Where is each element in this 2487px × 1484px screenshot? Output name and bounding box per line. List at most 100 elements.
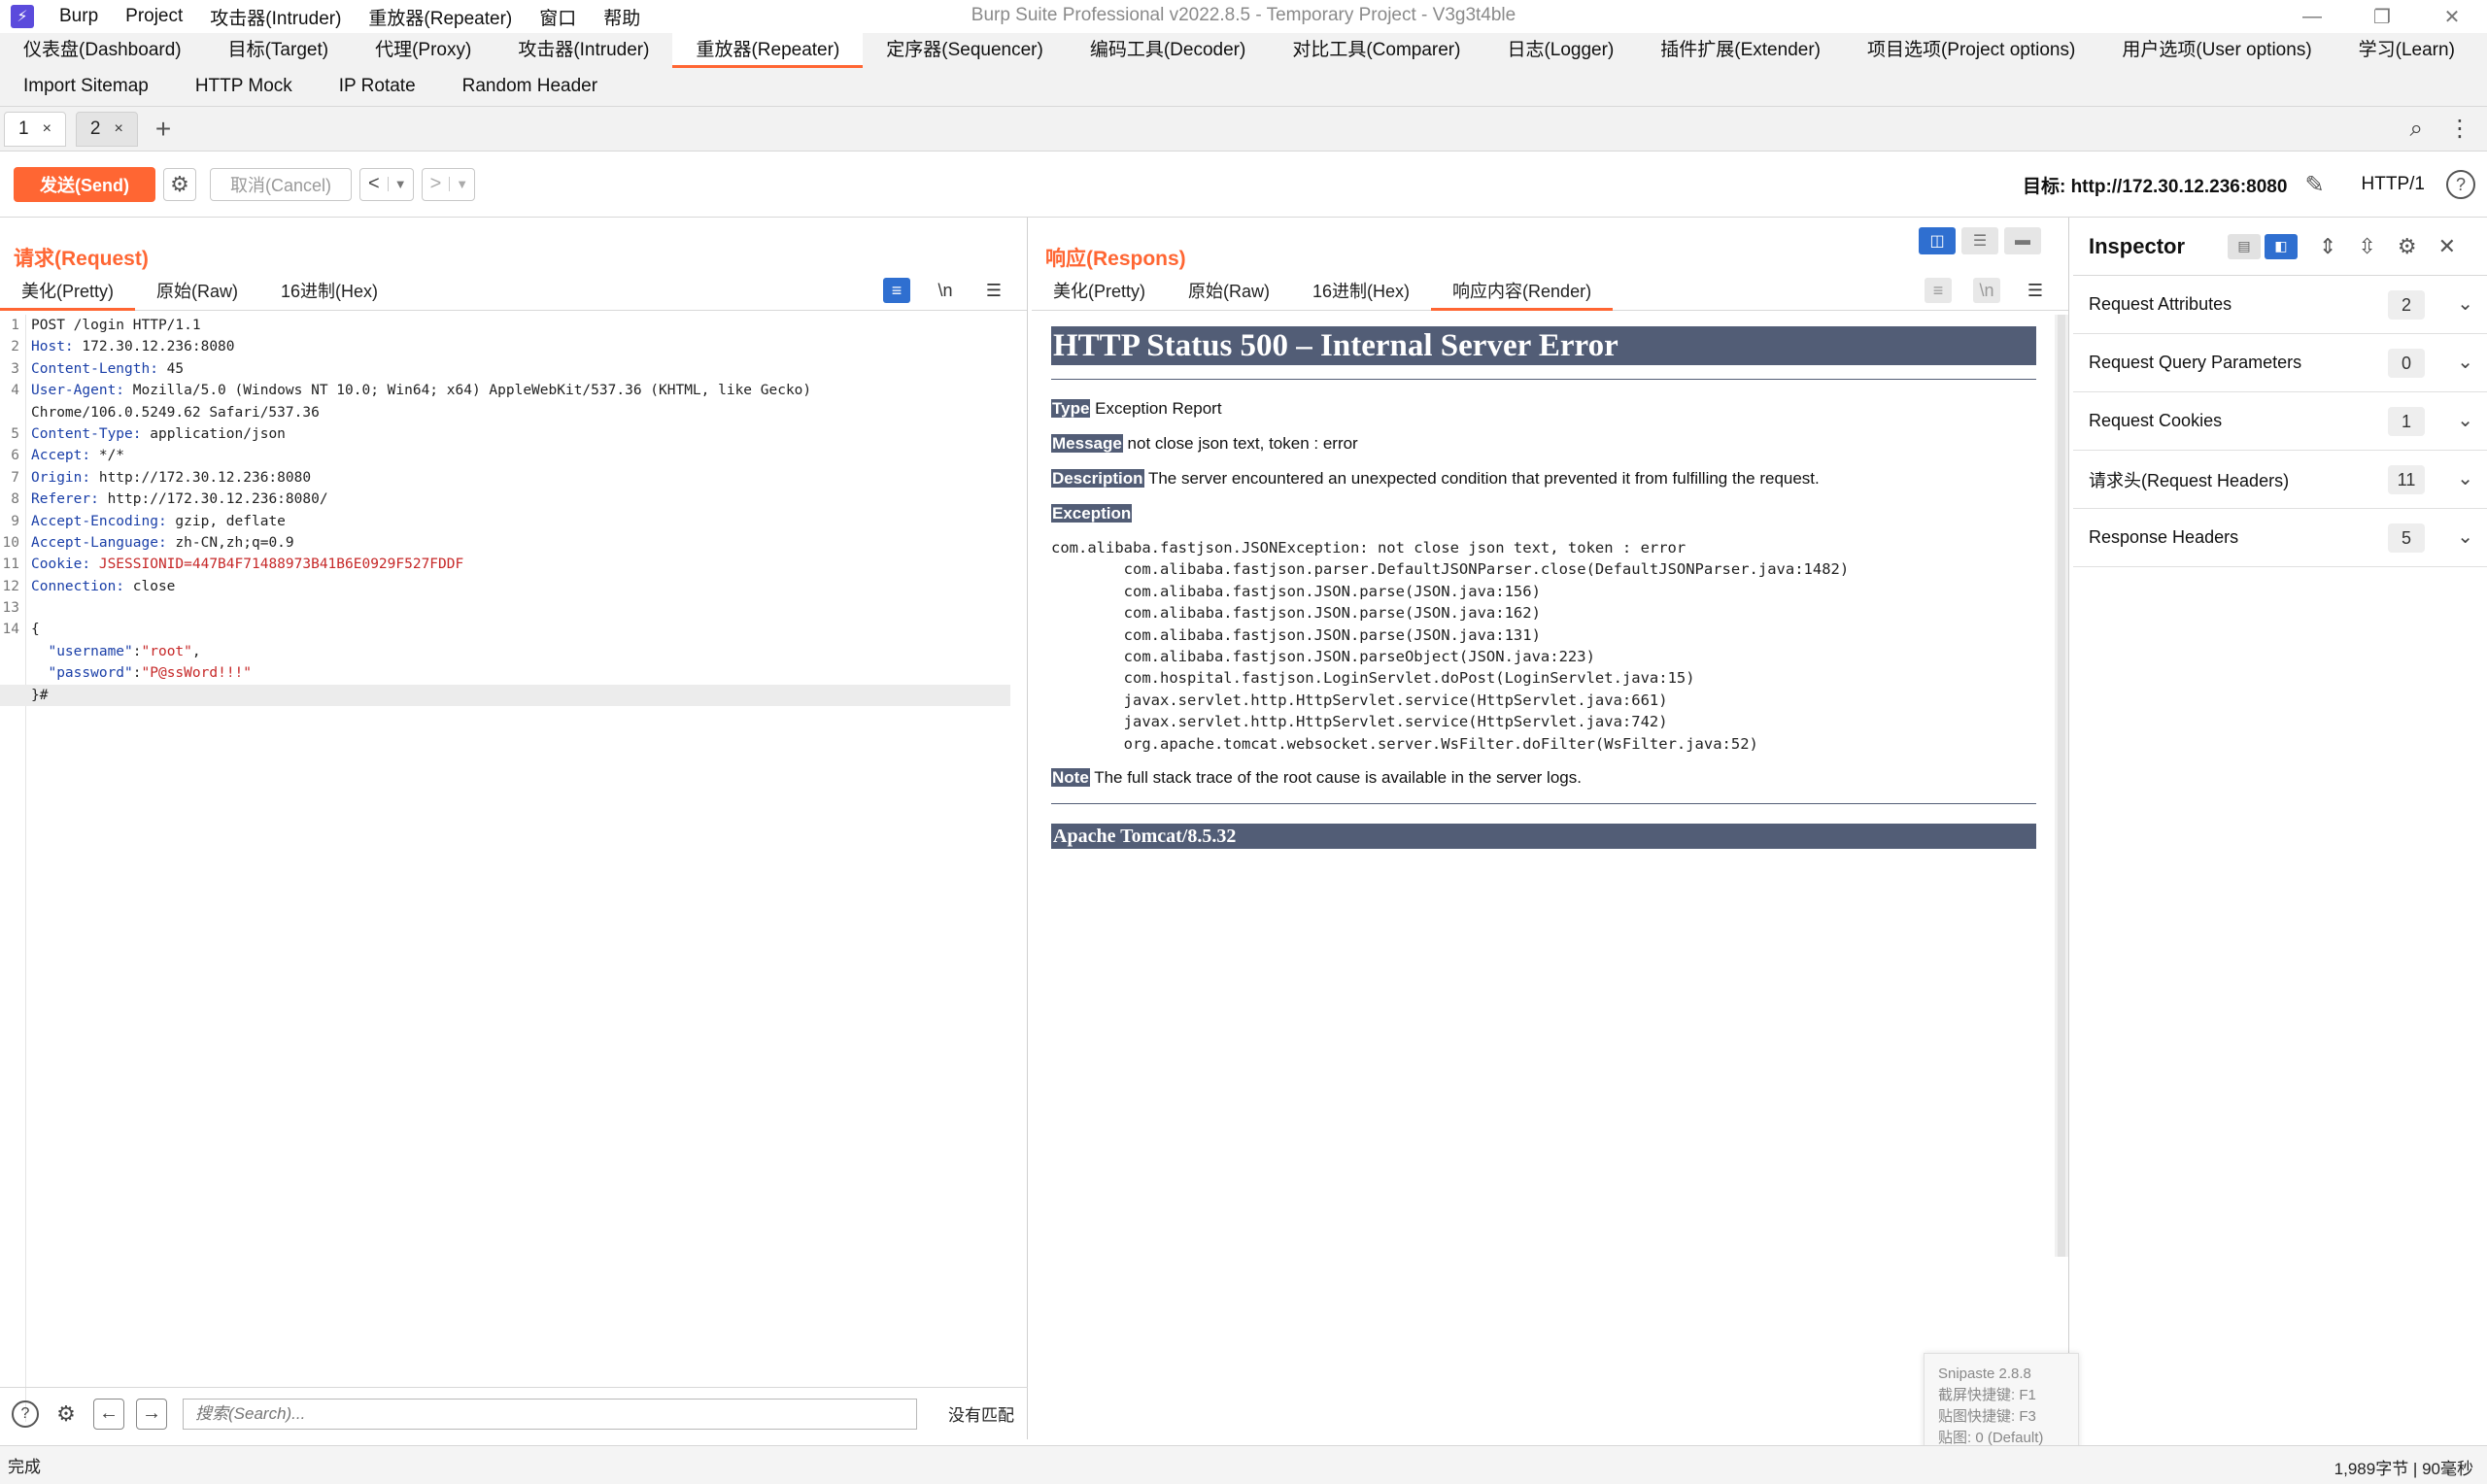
tool-tab-12[interactable]: 学习(Learn) [2335,33,2478,68]
hamburger-menu-icon[interactable]: ☰ [980,278,1007,303]
message-line: Message not close json text, token : err… [1051,434,2054,454]
extension-tab-2[interactable]: IP Rotate [316,69,439,104]
wrap-lines-icon[interactable]: ≡ [1925,278,1952,303]
prev-match-arrow-icon[interactable]: ← [93,1398,124,1430]
search-icon[interactable]: ⌕ [2410,116,2423,143]
chevron-down-icon[interactable]: ⌄ [2457,524,2473,549]
extension-tab-0[interactable]: Import Sitemap [0,69,172,104]
expand-all-icon[interactable]: ⇕ [2319,234,2336,259]
settings-gear-icon[interactable]: ⚙ [2398,234,2417,259]
tool-tab-6[interactable]: 编码工具(Decoder) [1067,33,1269,68]
inspector-section[interactable]: Request Query Parameters 0 ⌄ [2073,334,2487,392]
chevron-down-icon[interactable]: ⌄ [2457,350,2473,374]
tab-hex[interactable]: 16进制(Hex) [259,278,399,310]
editor-line: 5 Content-Type: application/json [0,423,1016,445]
tab-raw[interactable]: 原始(Raw) [135,278,259,310]
tool-tab-5[interactable]: 定序器(Sequencer) [863,33,1067,68]
add-tab-icon[interactable]: + [155,114,171,145]
tool-tab-9[interactable]: 插件扩展(Extender) [1637,33,1844,68]
tool-tab-2[interactable]: 代理(Proxy) [352,33,494,68]
tab-render[interactable]: 响应内容(Render) [1431,278,1614,311]
tab-pretty[interactable]: 美化(Pretty) [0,278,136,311]
settings-gear-icon[interactable]: ⚙ [51,1399,82,1430]
line-number: 13 [2,600,19,617]
chevron-down-icon[interactable]: ▼ [449,177,474,191]
extension-tab-3[interactable]: Random Header [439,69,621,104]
menu-help[interactable]: 帮助 [603,4,640,30]
menu-burp[interactable]: Burp [59,6,98,27]
chevron-down-icon[interactable]: ⌄ [2457,291,2473,316]
tool-tab-4[interactable]: 重放器(Repeater) [672,33,864,68]
tab-raw[interactable]: 原始(Raw) [1167,278,1291,310]
tool-tab-7[interactable]: 对比工具(Comparer) [1269,33,1483,68]
minimize-icon[interactable]: — [2277,0,2347,33]
forward-arrow-icon[interactable]: > [423,173,450,195]
more-options-icon[interactable]: ⋮ [2448,115,2471,143]
repeater-tab-1[interactable]: 1 × [4,111,66,147]
tool-tab-10[interactable]: 项目选项(Project options) [1844,33,2098,68]
snipaste-version: Snipaste 2.8.8 [1938,1366,2031,1382]
collapse-all-icon[interactable]: ⇳ [2358,234,2375,259]
next-match-arrow-icon[interactable]: → [136,1398,167,1430]
repeater-tab-2[interactable]: 2 × [75,111,138,147]
help-icon[interactable]: ? [2446,170,2475,199]
tab-pretty[interactable]: 美化(Pretty) [1032,278,1167,310]
history-back-group[interactable]: < ▼ [359,167,414,201]
response-scrollbar[interactable] [2055,315,2068,1257]
chevron-down-icon[interactable]: ⌄ [2457,408,2473,432]
header-value: { [31,622,40,638]
menu-intruder[interactable]: 攻击器(Intruder) [210,4,341,30]
panel-view-icon[interactable]: ◧ [2265,233,2299,259]
cancel-button[interactable]: 取消(Cancel) [210,167,353,201]
wrap-lines-icon[interactable]: ≡ [883,278,910,303]
side-by-side-layout-icon[interactable]: ◫ [1919,227,1956,254]
editor-line: "password":"P@ssWord!!!" [48,665,253,682]
hamburger-menu-icon[interactable]: ☰ [2022,278,2049,303]
tab-hex[interactable]: 16进制(Hex) [1291,278,1431,310]
close-tab-icon[interactable]: × [115,120,123,138]
menu-project[interactable]: Project [125,6,183,27]
close-icon[interactable]: ✕ [2438,234,2456,259]
stacked-layout-icon[interactable]: ☰ [1961,227,1998,254]
search-input[interactable] [183,1398,917,1430]
inspector-section[interactable]: Request Attributes 2 ⌄ [2073,276,2487,334]
close-window-icon[interactable]: ✕ [2417,0,2487,33]
scrollbar-thumb[interactable] [2058,315,2065,1257]
inspector-section-label: Request Attributes [2089,294,2232,314]
menu-repeater[interactable]: 重放器(Repeater) [368,4,512,30]
editor-line: 14 { [0,619,1016,640]
request-editor[interactable]: 1 POST /login HTTP/1.1 2 Host: 172.30.12.23… [0,315,1016,1383]
header-value: gzip, deflate [166,513,286,529]
http-version-selector[interactable]: HTTP/1 [2362,174,2425,195]
inspector-section[interactable]: Response Headers 5 ⌄ [2073,509,2487,567]
header-name: Content-Type: [31,425,142,442]
tool-tab-3[interactable]: 攻击器(Intruder) [494,33,672,68]
chevron-down-icon[interactable]: ▼ [387,177,413,191]
exception-label: Exception [1051,504,1133,523]
extension-tab-1[interactable]: HTTP Mock [172,69,316,104]
help-icon[interactable]: ? [12,1400,39,1428]
chevron-down-icon[interactable]: ⌄ [2457,466,2473,490]
back-arrow-icon[interactable]: < [360,173,388,195]
request-title: 请求(Request) [14,248,149,270]
history-forward-group[interactable]: > ▼ [421,167,476,201]
newline-toggle[interactable]: \n [932,278,959,303]
restore-icon[interactable]: ❐ [2347,0,2417,33]
list-view-icon[interactable]: ▤ [2228,233,2262,259]
newline-toggle[interactable]: \n [1973,278,2000,303]
tool-tab-8[interactable]: 日志(Logger) [1483,33,1637,68]
edit-pencil-icon[interactable]: ✎ [2304,171,2324,199]
error-heading: HTTP Status 500 – Internal Server Error [1051,326,2036,365]
menu-window[interactable]: 窗口 [539,4,576,30]
tool-tab-1[interactable]: 目标(Target) [205,33,352,68]
tool-tab-11[interactable]: 用户选项(User options) [2098,33,2334,68]
line-number: 1 [11,318,19,333]
send-button[interactable]: 发送(Send) [14,166,155,202]
close-tab-icon[interactable]: × [43,120,51,138]
settings-gear-icon[interactable]: ⚙ [163,167,196,201]
tool-tab-0[interactable]: 仪表盘(Dashboard) [0,33,205,68]
inspector-section[interactable]: Request Cookies 1 ⌄ [2073,392,2487,451]
tabbed-layout-icon[interactable]: ▬ [2004,227,2041,254]
server-footer: Apache Tomcat/8.5.32 [1051,824,2036,850]
inspector-section[interactable]: 请求头(Request Headers) 11 ⌄ [2073,451,2487,509]
